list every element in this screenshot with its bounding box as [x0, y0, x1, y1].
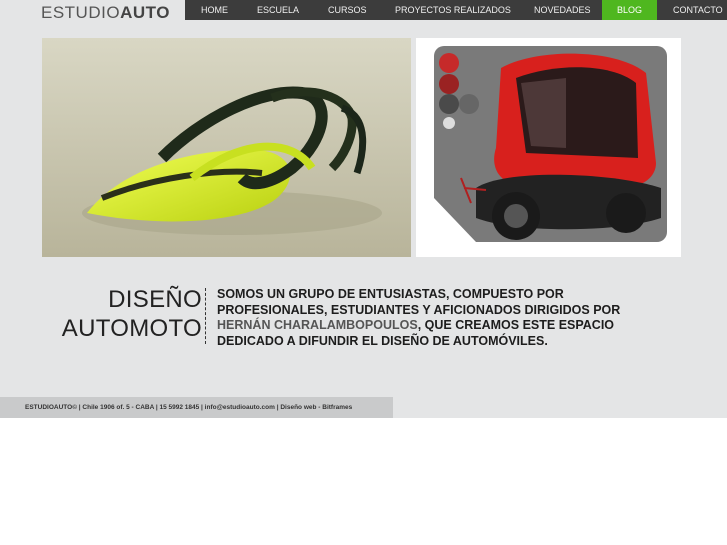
red-car-sketch-image [416, 38, 681, 257]
logo-text-estudio: ESTUDIO [41, 3, 121, 22]
page-background: ESTUDIOAUTO HOME ESCUELA CURSOS PROYECTO… [0, 0, 727, 418]
nav-item-contacto[interactable]: CONTACTO [673, 0, 723, 20]
director-name: HERNÁN CHARALAMBOPOULOS [217, 318, 418, 332]
nav-item-home[interactable]: HOME [201, 0, 228, 20]
main-navigation: HOME ESCUELA CURSOS PROYECTOS REALIZADOS… [185, 0, 727, 20]
concept-car-render-image [42, 38, 411, 257]
page-heading: DISEÑO AUTOMOTO [40, 285, 202, 343]
footer-text: ESTUDIOAUTO© | Chile 1906 of. 5 - CABA |… [25, 404, 353, 411]
nav-item-proyectos-realizados[interactable]: PROYECTOS REALIZADOS [395, 0, 511, 20]
nav-item-escuela[interactable]: ESCUELA [257, 0, 299, 20]
nav-item-cursos[interactable]: CURSOS [328, 0, 367, 20]
heading-line-1: DISEÑO [108, 286, 202, 313]
footer-bar: ESTUDIOAUTO© | Chile 1906 of. 5 - CABA |… [0, 397, 393, 418]
heading-line-2: AUTOMOTO [61, 315, 202, 342]
intro-text-before: SOMOS UN GRUPO DE ENTUSIASTAS, COMPUESTO… [217, 287, 621, 317]
logo-text-auto: AUTO [120, 3, 170, 22]
heading-divider [205, 288, 206, 344]
site-logo[interactable]: ESTUDIOAUTO [41, 3, 170, 23]
nav-item-blog[interactable]: BLOG [602, 0, 657, 20]
intro-paragraph: SOMOS UN GRUPO DE ENTUSIASTAS, COMPUESTO… [217, 287, 657, 349]
nav-item-novedades[interactable]: NOVEDADES [534, 0, 591, 20]
